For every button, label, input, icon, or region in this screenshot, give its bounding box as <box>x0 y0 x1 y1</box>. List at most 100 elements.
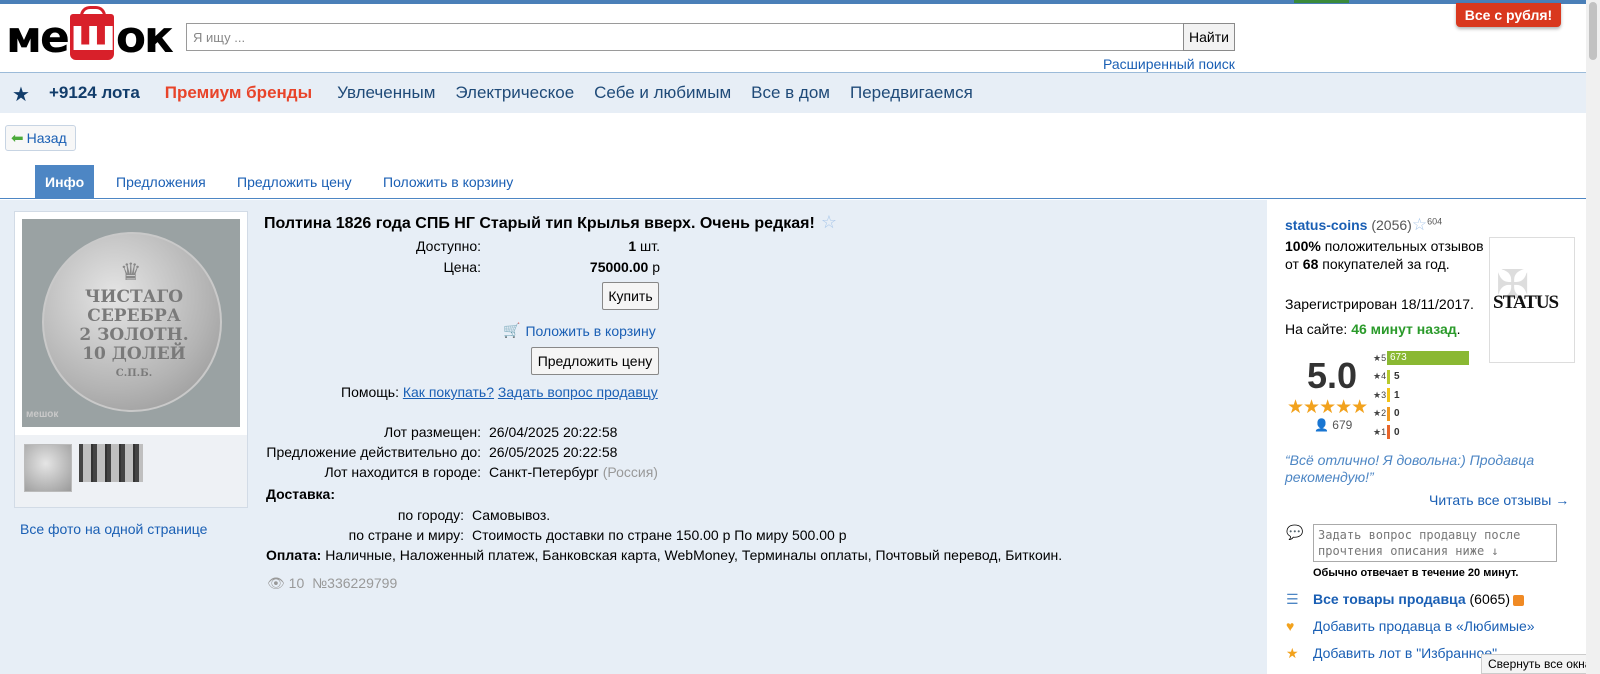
payment-value: Наличные, Наложенный платеж, Банковская … <box>325 547 1063 563</box>
nav-item[interactable]: Увлеченным <box>337 83 435 103</box>
lot-title-text: Полтина 1826 года СПБ НГ Старый тип Крыл… <box>264 215 815 232</box>
heart-icon: ♥ <box>1286 618 1295 634</box>
delivery-label: Доставка: <box>266 486 336 502</box>
nav-premium-brands[interactable]: Премиум бренды <box>165 83 312 103</box>
nav-item[interactable]: Электрическое <box>455 83 574 103</box>
add-seller-favorite-link[interactable]: Добавить продавца в «Любимые» <box>1313 618 1535 634</box>
add-lot-favorite-link[interactable]: Добавить лот в "Избранное" <box>1313 645 1497 661</box>
promo-badge[interactable]: Все с рубля! <box>1456 3 1561 27</box>
all-photos-link[interactable]: Все фото на одной странице <box>20 521 207 537</box>
star-icon[interactable]: ★ <box>12 82 30 107</box>
favorite-star-icon[interactable]: ☆ <box>821 212 837 232</box>
main-photo[interactable]: ♛ ЧИСТАГО СЕРЕБРА 2 ЗОЛОТН. 10 ДОЛЕЙ С.П… <box>22 219 240 427</box>
rating-bar <box>1387 369 1390 384</box>
seller-name-row: status-coins (2056)☆604 <box>1285 215 1442 235</box>
ask-seller-textarea[interactable] <box>1313 524 1557 562</box>
photo-watermark: мешок <box>26 409 59 420</box>
eye-icon: 👁 <box>267 575 285 591</box>
price-label: Цена: <box>443 259 481 275</box>
rating-bar-label: ★2 <box>1373 408 1387 418</box>
seller-logo[interactable]: ✠ STATUS <box>1489 237 1575 363</box>
collapse-windows-tooltip[interactable]: Свернуть все окна <box>1481 654 1600 674</box>
views-count: 10 <box>288 575 305 591</box>
city-label: Лот находится в городе: <box>324 464 481 480</box>
header: ме ш ок Найти Расширенный поиск <box>0 4 1586 72</box>
thumbnail-2[interactable] <box>79 444 143 482</box>
back-button[interactable]: ⬅ Назад <box>5 125 76 151</box>
search-button[interactable]: Найти <box>1183 23 1235 51</box>
rating-bar-row: ★4 5 <box>1373 369 1400 384</box>
all-seller-items-count: (6065) <box>1469 591 1510 607</box>
nav-lots-count[interactable]: +9124 лота <box>49 83 140 103</box>
crown-icon: ♛ <box>120 259 142 286</box>
make-offer-button[interactable]: Предложить цену <box>531 347 659 375</box>
seller-registered: Зарегистрирован 18/11/2017. <box>1285 296 1474 312</box>
back-arrow-icon: ⬅ <box>11 130 24 147</box>
tab-info[interactable]: Инфо <box>35 165 95 199</box>
coin-line: ЧИСТАГО <box>84 287 184 307</box>
how-to-buy-link[interactable]: Как покупать? <box>403 384 494 400</box>
available-label: Доступно: <box>416 238 481 254</box>
ask-seller-link[interactable]: Задать вопрос продавцу <box>498 384 658 400</box>
lot-title: Полтина 1826 года СПБ НГ Старый тип Крыл… <box>264 212 837 233</box>
buy-button[interactable]: Купить <box>602 282 659 310</box>
available-value: 1 шт. <box>628 238 660 254</box>
seller-name-link[interactable]: status-coins <box>1285 217 1367 233</box>
lot-number: №336229799 <box>312 575 398 591</box>
top-strip-accent <box>1294 0 1349 3</box>
seller-fav-count: 604 <box>1427 216 1443 227</box>
coin-line: 10 ДОЛЕЙ <box>82 344 186 364</box>
city-delivery-label: по городу: <box>397 507 464 523</box>
list-icon: ☰ <box>1286 591 1299 607</box>
lot-main: ♛ ЧИСТАГО СЕРЕБРА 2 ЗОЛОТН. 10 ДОЛЕЙ С.П… <box>0 200 1586 674</box>
add-to-cart-link[interactable]: 🛒 Положить в корзину <box>503 322 656 339</box>
placed-value: 26/04/2025 20:22:58 <box>489 424 618 440</box>
nav-item[interactable]: Передвигаемся <box>850 83 973 103</box>
cart-icon: 🛒 <box>503 322 521 338</box>
rating-bar-label: ★3 <box>1373 389 1387 400</box>
rating-bar-label: ★1 <box>1373 426 1387 437</box>
rating-bar-value: 0 <box>1394 408 1400 419</box>
site-logo[interactable]: ме ш ок <box>6 6 174 63</box>
rating-bar-label: ★5 <box>1373 352 1387 363</box>
rating-bar: 673 <box>1387 351 1469 365</box>
rss-icon[interactable] <box>1512 594 1524 606</box>
nav-item[interactable]: Себе и любимым <box>594 83 731 103</box>
rating-bar-row: ★3 1 <box>1373 388 1400 402</box>
seller-positive: 100% положительных отзывов от 68 покупат… <box>1285 238 1484 272</box>
tab-make-offer[interactable]: Предложить цену <box>237 165 352 199</box>
rating-bar <box>1387 406 1390 421</box>
valid-until-value: 26/05/2025 20:22:58 <box>489 444 618 460</box>
rating-bar-row: ★2 0 <box>1373 406 1400 421</box>
all-seller-items-row: Все товары продавца (6065) <box>1313 591 1524 607</box>
scrollbar-thumb[interactable] <box>1589 2 1597 60</box>
seller-favorite-star-icon[interactable]: ☆ <box>1412 215 1427 234</box>
seller-score: 5.0 <box>1307 355 1358 396</box>
page-scrollbar[interactable] <box>1586 0 1600 674</box>
tab-add-to-cart[interactable]: Положить в корзину <box>383 165 513 199</box>
coin-image: ♛ ЧИСТАГО СЕРЕБРА 2 ЗОЛОТН. 10 ДОЛЕЙ С.П… <box>42 232 222 412</box>
city-value: Санкт-Петербург (Россия) <box>489 464 658 480</box>
tab-offers[interactable]: Предложения <box>116 165 206 199</box>
help-label: Помощь: <box>341 384 399 400</box>
price-value: 75000.00 р <box>589 259 660 275</box>
seller-online: На сайте: 46 минут назад. <box>1285 321 1461 337</box>
all-seller-items-link[interactable]: Все товары продавца <box>1313 591 1466 607</box>
advanced-search-link[interactable]: Расширенный поиск <box>1103 56 1235 72</box>
rating-bar-value: 5 <box>1394 371 1400 382</box>
user-icon: 👤 <box>1314 418 1329 432</box>
review-quote: “Всё отлично! Я довольна:) Продавца реко… <box>1285 452 1535 485</box>
search-input[interactable] <box>186 23 1184 51</box>
rating-bar-row: ★5 673 <box>1373 351 1469 365</box>
coin-line: 2 ЗОЛОТН. <box>79 325 189 345</box>
add-to-cart-label: Положить в корзину <box>525 322 656 339</box>
city-delivery-value: Самовывоз. <box>472 507 551 523</box>
back-label: Назад <box>26 130 67 146</box>
rating-bar-value: 1 <box>1394 389 1400 401</box>
read-all-reviews-link[interactable]: Читать все отзывы → <box>1429 492 1569 508</box>
logo-right: ок <box>115 12 174 63</box>
thumbnail-1[interactable] <box>24 444 72 492</box>
seller-feedback-count: (2056) <box>1371 217 1412 233</box>
help-row: Помощь: Как покупать? Задать вопрос прод… <box>341 384 658 400</box>
nav-item[interactable]: Все в дом <box>751 83 830 103</box>
